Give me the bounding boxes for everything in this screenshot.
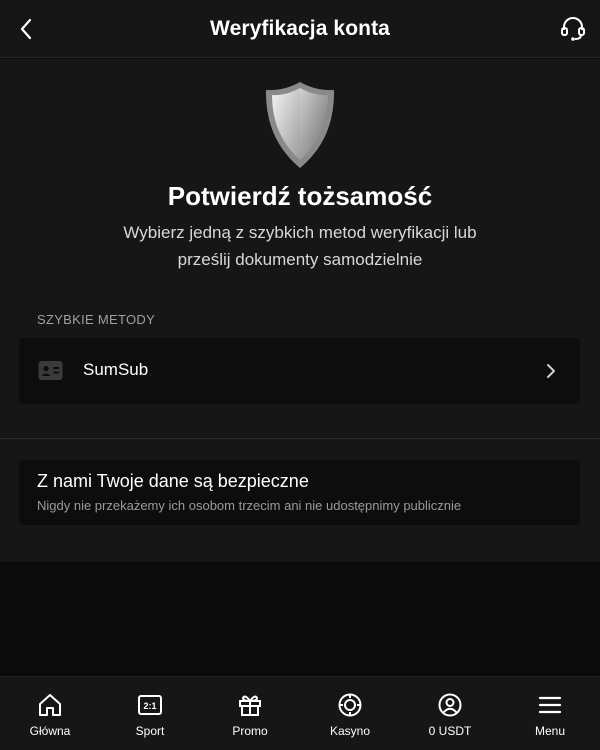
nav-item-home[interactable]: Główna <box>0 677 100 750</box>
nav-label: Menu <box>534 724 566 738</box>
id-card-icon <box>38 360 63 381</box>
hamburger-icon <box>537 692 563 718</box>
nav-label: 0 USDT <box>428 724 472 738</box>
nav-item-sport[interactable]: 2:1 Sport <box>100 677 200 750</box>
nav-item-casino[interactable]: Kasyno <box>300 677 400 750</box>
verification-panel: Potwierdź tożsamość Wybierz jedną z szyb… <box>0 59 600 562</box>
data-safety-notice: Z nami Twoje dane są bezpieczne Nigdy ni… <box>19 460 580 525</box>
gift-icon <box>237 692 263 718</box>
scoreboard-icon: 2:1 <box>137 692 163 718</box>
method-label: SumSub <box>83 360 149 379</box>
back-button[interactable] <box>10 13 42 45</box>
headset-icon <box>561 17 585 41</box>
casino-chip-icon <box>337 692 363 718</box>
nav-item-promo[interactable]: Promo <box>200 677 300 750</box>
nav-label: Sport <box>135 724 165 738</box>
nav-item-account[interactable]: 0 USDT <box>400 677 500 750</box>
top-bar: Weryfikacja konta <box>0 0 600 58</box>
nav-label: Promo <box>232 724 268 738</box>
chevron-left-icon <box>20 18 32 40</box>
svg-text:2:1: 2:1 <box>143 701 156 711</box>
nav-label: Główna <box>29 724 71 738</box>
home-icon <box>37 692 63 718</box>
safety-title: Z nami Twoje dane są bezpieczne <box>37 471 309 491</box>
safety-subtitle: Nigdy nie przekażemy ich osobom trzecim … <box>37 498 462 513</box>
bottom-navigation: Główna 2:1 Sport Promo Kasyno 0 USDT Men… <box>0 676 600 750</box>
nav-item-menu[interactable]: Menu <box>500 677 600 750</box>
section-divider <box>0 438 600 439</box>
hero-title: Potwierdź tożsamość <box>167 181 433 211</box>
section-label-quick-methods: SZYBKIE METODY <box>37 312 156 327</box>
page-title: Weryfikacja konta <box>210 16 390 40</box>
method-row-sumsub[interactable]: SumSub <box>19 338 580 404</box>
user-circle-icon <box>437 692 463 718</box>
nav-label: Kasyno <box>329 724 371 738</box>
support-button[interactable] <box>556 11 590 45</box>
chevron-right-icon <box>544 361 558 381</box>
shield-icon <box>260 79 340 171</box>
hero-description: Wybierz jedną z szybkich metod weryfikac… <box>123 223 477 269</box>
